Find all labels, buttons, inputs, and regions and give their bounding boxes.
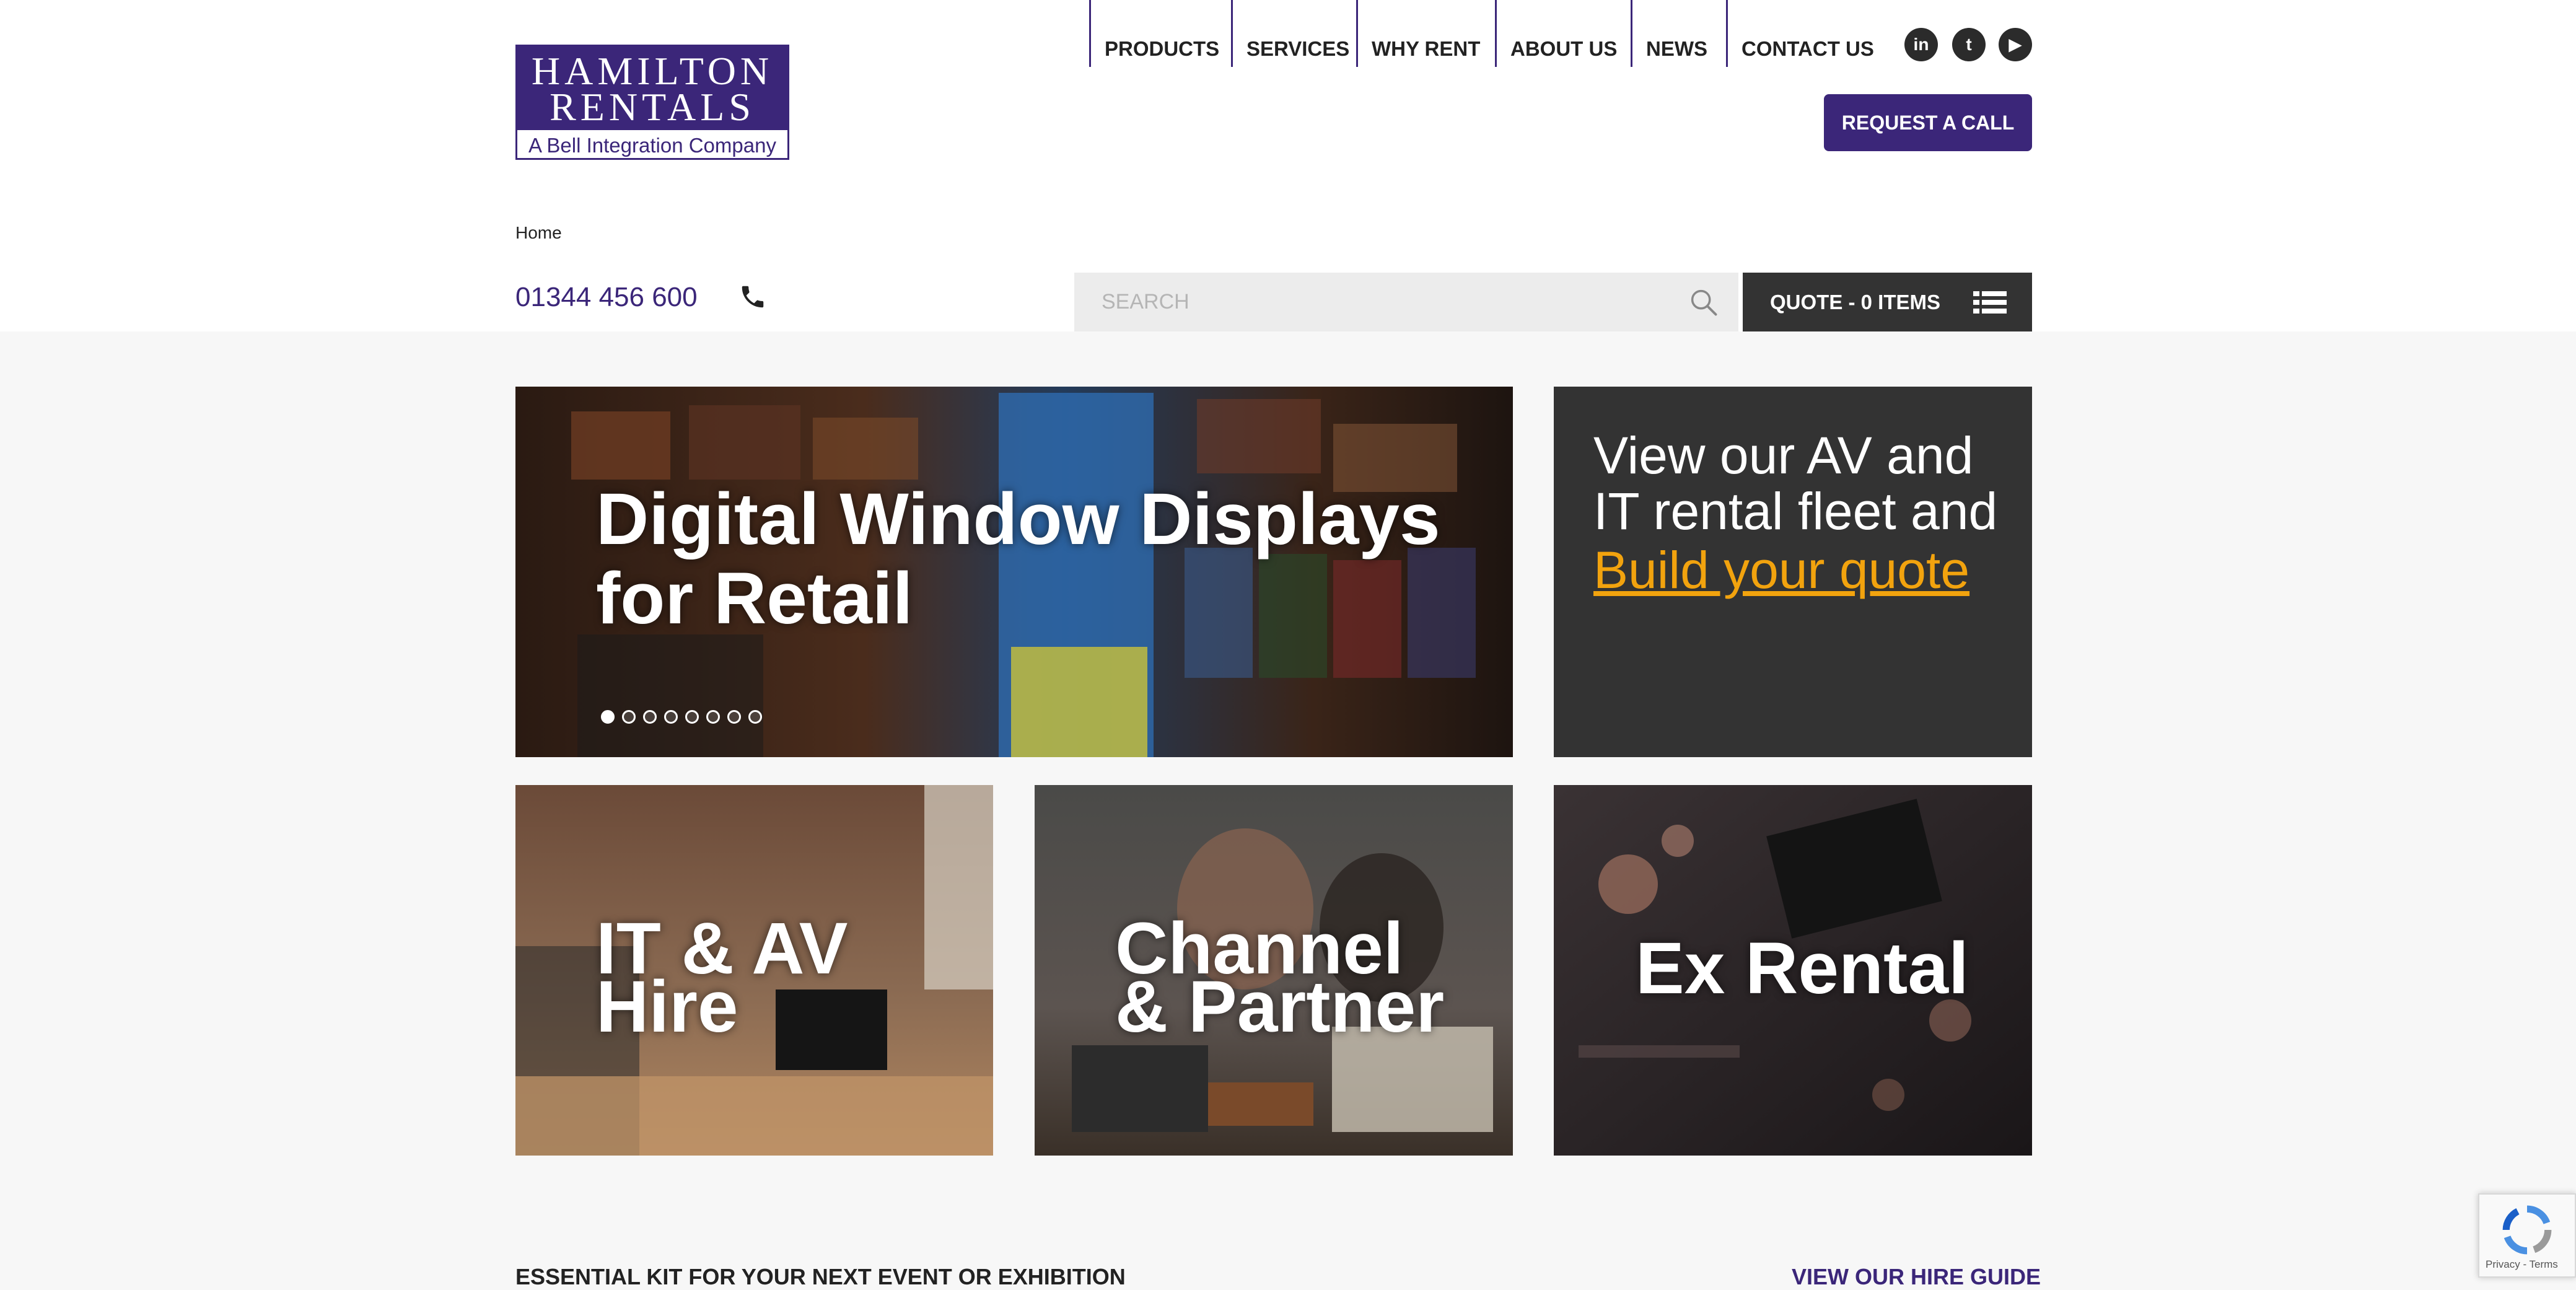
promo-text: View our AV and IT rental fleet and <box>1593 426 1998 540</box>
view-hire-guide-link[interactable]: VIEW OUR HIRE GUIDE <box>1792 1264 2041 1290</box>
tile-title-line-1: Ex Rental <box>1636 928 1969 1009</box>
slider-dot[interactable] <box>643 710 657 724</box>
recaptcha-icon <box>2502 1205 2552 1255</box>
nav-item-news[interactable]: NEWS <box>1631 0 1707 67</box>
youtube-icon[interactable]: ▶ <box>1999 28 2032 61</box>
linkedin-icon[interactable]: in <box>1904 28 1938 61</box>
section-heading: ESSENTIAL KIT FOR YOUR NEXT EVENT OR EXH… <box>515 1264 1126 1289</box>
logo-line-2: RENTALS <box>550 85 755 129</box>
slider-dot[interactable] <box>622 710 636 724</box>
slider-dot[interactable] <box>706 710 720 724</box>
phone-icon[interactable] <box>738 283 767 311</box>
search-icon[interactable] <box>1688 286 1720 318</box>
breadcrumb-home[interactable]: Home <box>515 223 562 243</box>
hero-title-line-2: for Retail <box>596 558 913 639</box>
nav-item-products[interactable]: PRODUCTS <box>1089 0 1219 67</box>
twitter-icon[interactable]: t <box>1952 28 1986 61</box>
slider-dot[interactable] <box>727 710 741 724</box>
nav-item-why-rent[interactable]: WHY RENT <box>1356 0 1480 67</box>
slider-dot[interactable] <box>748 710 762 724</box>
slider-dot[interactable] <box>601 710 615 724</box>
request-a-call-button[interactable]: REQUEST A CALL <box>1824 94 2032 151</box>
search-input[interactable] <box>1074 273 1669 331</box>
company-logo[interactable]: HAMILTON RENTALS A Bell Integration Comp… <box>515 45 789 160</box>
slider-dots <box>601 710 769 727</box>
recaptcha-text[interactable]: Privacy - Terms <box>2486 1258 2558 1271</box>
nav-item-services[interactable]: SERVICES <box>1231 0 1349 67</box>
tile-it-av-hire[interactable]: IT & AV Hire <box>515 785 993 1156</box>
quote-button[interactable]: QUOTE - 0 ITEMS <box>1743 273 2032 331</box>
list-icon <box>1973 291 2007 314</box>
slider-dot[interactable] <box>685 710 699 724</box>
tile-title-line-2: & Partner <box>1115 966 1445 1048</box>
nav-item-contact-us[interactable]: CONTACT US <box>1726 0 1874 67</box>
tile-channel-partner[interactable]: Channel & Partner <box>1035 785 1513 1156</box>
quote-promo-panel: View our AV and IT rental fleet and Buil… <box>1554 387 2032 757</box>
build-your-quote-link[interactable]: Build your quote <box>1593 540 1969 600</box>
tile-ex-rental[interactable]: Ex Rental <box>1554 785 2032 1156</box>
hero-title-line-1: Digital Window Displays <box>596 478 1440 560</box>
search-bar <box>1074 273 1738 331</box>
recaptcha-badge[interactable]: Privacy - Terms <box>2478 1193 2576 1278</box>
tile-title-line-2: Hire <box>596 966 738 1048</box>
phone-number[interactable]: 01344 456 600 <box>515 282 698 313</box>
hero-slide[interactable]: Digital Window Displays for Retail <box>515 387 1513 757</box>
quote-label: QUOTE - 0 ITEMS <box>1770 291 1941 314</box>
slider-dot[interactable] <box>664 710 678 724</box>
logo-subline: A Bell Integration Company <box>528 134 776 157</box>
nav-item-about-us[interactable]: ABOUT US <box>1495 0 1617 67</box>
